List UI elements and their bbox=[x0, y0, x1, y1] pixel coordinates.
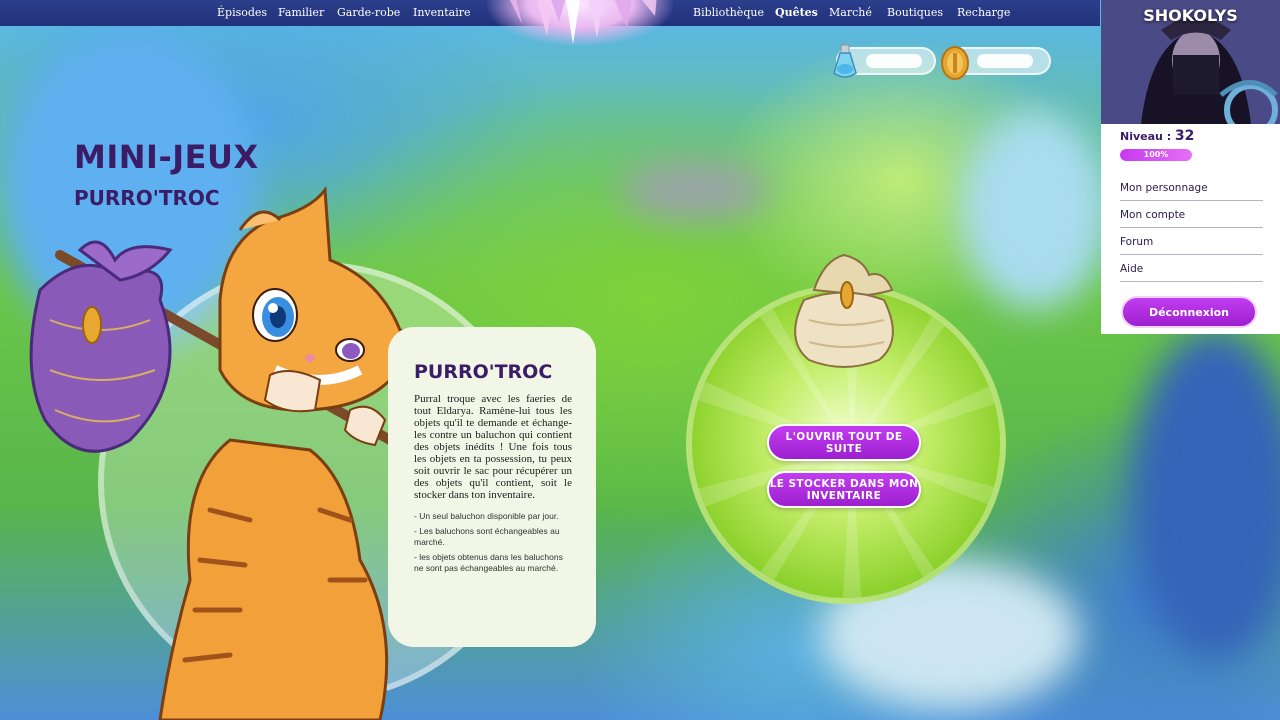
gold-counter[interactable] bbox=[941, 46, 1051, 80]
profile-panel: SHOKOLYS Niveau : 32 100% Mon personnage… bbox=[1101, 0, 1280, 334]
potion-counter[interactable] bbox=[833, 44, 936, 78]
xp-percent: 100% bbox=[1143, 150, 1169, 159]
nav-bibliotheque[interactable]: Bibliothèque bbox=[693, 6, 764, 19]
potion-icon bbox=[833, 44, 857, 78]
info-note: - les objets obtenus dans les baluchons … bbox=[414, 552, 563, 573]
info-note: - Un seul baluchon disponible par jour. bbox=[414, 511, 559, 521]
link-mon-personnage[interactable]: Mon personnage bbox=[1120, 174, 1263, 201]
info-card-title: PURRO'TROC bbox=[414, 361, 553, 383]
nav-boutiques[interactable]: Boutiques bbox=[887, 6, 943, 19]
nav-quetes[interactable]: Quêtes bbox=[775, 6, 818, 19]
link-mon-compte[interactable]: Mon compte bbox=[1120, 201, 1263, 228]
info-note: - Les baluchons sont échangeables au mar… bbox=[414, 526, 560, 547]
link-forum[interactable]: Forum bbox=[1120, 228, 1263, 255]
link-aide[interactable]: Aide bbox=[1120, 255, 1263, 282]
bg-waterfall bbox=[960, 110, 1110, 310]
nav-marche[interactable]: Marché bbox=[829, 6, 872, 19]
gold-value bbox=[977, 54, 1033, 68]
potion-value bbox=[866, 54, 922, 68]
nav-inventaire[interactable]: Inventaire bbox=[413, 6, 471, 19]
store-in-inventory-button[interactable]: LE STOCKER DANS MON INVENTAIRE bbox=[767, 471, 921, 508]
nav-recharge[interactable]: Recharge bbox=[957, 6, 1010, 19]
crystal-logo[interactable] bbox=[487, 0, 673, 46]
nav-episodes[interactable]: Épisodes bbox=[217, 6, 267, 19]
avatar[interactable]: SHOKOLYS bbox=[1101, 0, 1280, 124]
info-card-description: Purral troque avec les faeries de tout E… bbox=[414, 393, 572, 501]
purral-cat-illustration bbox=[29, 185, 440, 720]
username: SHOKOLYS bbox=[1143, 6, 1238, 25]
level-label: Niveau : 32 bbox=[1120, 128, 1194, 144]
logout-button[interactable]: Déconnexion bbox=[1121, 296, 1257, 328]
level-text: Niveau : bbox=[1120, 130, 1175, 143]
nav-familier[interactable]: Familier bbox=[278, 6, 324, 19]
open-now-button[interactable]: L'OUVRIR TOUT DE SUITE bbox=[767, 424, 921, 461]
bg-island bbox=[620, 160, 770, 220]
nav-garde-robe[interactable]: Garde-robe bbox=[337, 6, 400, 19]
info-card: PURRO'TROC Purral troque avec les faerie… bbox=[388, 327, 596, 647]
page-title: MINI-JEUX bbox=[74, 138, 259, 176]
bg-lake bbox=[1130, 330, 1280, 660]
gold-coin-icon bbox=[941, 46, 969, 80]
bundle-icon bbox=[794, 253, 894, 368]
level-value: 32 bbox=[1174, 128, 1195, 144]
